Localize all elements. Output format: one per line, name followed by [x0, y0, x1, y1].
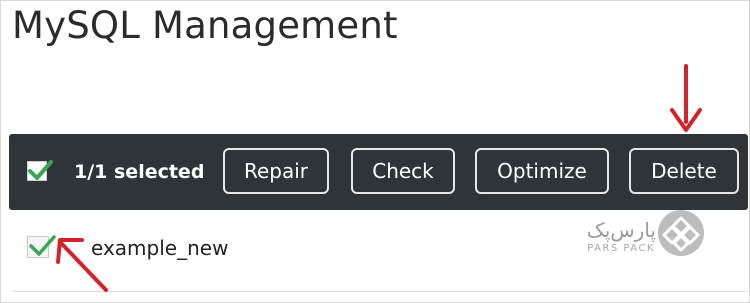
- watermark-logo-text: پارس‌پک: [586, 218, 656, 242]
- pars-pack-logo-icon: [658, 210, 704, 256]
- annotation-arrow-icon: [56, 238, 108, 292]
- check-button[interactable]: Check: [351, 148, 455, 194]
- watermark-logo-subtext: PARS PACK: [587, 243, 655, 254]
- selection-count: 1/1 selected: [74, 161, 205, 183]
- checkmark-icon: [28, 160, 53, 180]
- bulk-action-toolbar: 1/1 selected Repair Check Optimize Delet…: [9, 134, 748, 210]
- optimize-button[interactable]: Optimize: [475, 148, 609, 194]
- delete-button[interactable]: Delete: [629, 148, 739, 194]
- annotation-arrow-icon: [670, 64, 702, 132]
- page-title: MySQL Management: [12, 4, 398, 47]
- row-divider: [12, 291, 748, 292]
- repair-button[interactable]: Repair: [223, 148, 329, 194]
- database-row-checkbox[interactable]: [27, 235, 56, 258]
- select-all-checkbox[interactable]: [27, 160, 53, 181]
